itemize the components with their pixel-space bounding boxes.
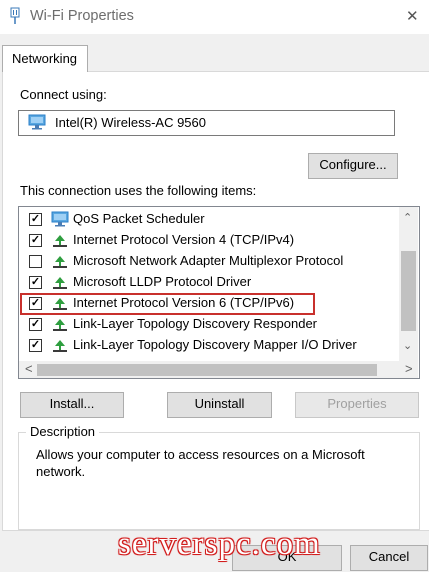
scroll-up-icon[interactable]: ⌃: [403, 211, 412, 224]
properties-button[interactable]: Properties: [295, 392, 419, 418]
item-label: Microsoft LLDP Protocol Driver: [73, 274, 252, 289]
items-label: This connection uses the following items…: [20, 183, 257, 198]
item-label: Microsoft Network Adapter Multiplexor Pr…: [73, 253, 344, 268]
item-checkbox[interactable]: ✓: [29, 234, 42, 247]
connect-using-label: Connect using:: [20, 87, 107, 102]
adapter-name: Intel(R) Wireless-AC 9560: [55, 115, 206, 130]
protocol-icon: [51, 253, 69, 272]
item-checkbox[interactable]: ✓: [29, 276, 42, 289]
cancel-button[interactable]: Cancel: [350, 545, 428, 571]
configure-button[interactable]: Configure...: [308, 153, 398, 179]
protocol-icon: [51, 295, 69, 314]
protocol-icon: [51, 337, 69, 356]
network-adapter-icon: [8, 7, 22, 28]
vertical-scrollbar[interactable]: ⌃ ⌄: [399, 207, 418, 361]
watermark: serverspc.com: [118, 526, 321, 562]
protocol-icon: [51, 232, 69, 251]
horizontal-scrollbar[interactable]: < >: [19, 361, 418, 378]
install-button[interactable]: Install...: [20, 392, 124, 418]
item-checkbox[interactable]: ✓: [29, 339, 42, 352]
item-checkbox[interactable]: ✓: [29, 213, 42, 226]
protocol-icon: [51, 274, 69, 293]
close-button[interactable]: ✕: [406, 7, 428, 27]
description-title: Description: [26, 424, 100, 439]
list-item[interactable]: ✓ Link-Layer Topology Discovery Responder: [19, 314, 398, 335]
item-label: QoS Packet Scheduler: [73, 211, 205, 226]
uninstall-button[interactable]: Uninstall: [167, 392, 272, 418]
scroll-right-icon[interactable]: >: [405, 361, 413, 376]
item-label: Link-Layer Topology Discovery Responder: [73, 316, 317, 331]
list-item[interactable]: ✓ Link-Layer Topology Discovery Mapper I/…: [19, 335, 398, 356]
scroll-thumb[interactable]: [37, 364, 377, 376]
window-title: Wi-Fi Properties: [30, 8, 134, 24]
list-item[interactable]: ✓ Internet Protocol Version 4 (TCP/IPv4): [19, 230, 398, 251]
network-adapter-icon: [28, 114, 48, 133]
list-item[interactable]: ✓ Microsoft LLDP Protocol Driver: [19, 272, 398, 293]
item-checkbox[interactable]: [29, 255, 42, 268]
items-list[interactable]: ✓ QoS Packet Scheduler ✓ Internet Protocol …: [18, 206, 420, 379]
list-item[interactable]: ✓ QoS Packet Scheduler: [19, 209, 398, 230]
scroll-left-icon[interactable]: <: [25, 361, 33, 376]
list-item[interactable]: ✓ Internet Protocol Version 6 (TCP/IPv6): [19, 293, 398, 314]
scroll-down-icon[interactable]: ⌄: [403, 339, 412, 352]
list-item[interactable]: Microsoft Network Adapter Multiplexor Pr…: [19, 251, 398, 272]
description-text: Allows your computer to access resources…: [36, 447, 365, 479]
tab-networking[interactable]: Networking: [2, 45, 88, 72]
title-bar: Wi-Fi Properties ✕: [0, 0, 429, 34]
tab-label: Networking: [12, 51, 78, 66]
qos-scheduler-icon: [51, 211, 71, 230]
item-label: Link-Layer Topology Discovery Mapper I/O…: [73, 337, 357, 352]
item-label: Internet Protocol Version 6 (TCP/IPv6): [73, 295, 295, 310]
protocol-icon: [51, 316, 69, 335]
item-checkbox[interactable]: ✓: [29, 318, 42, 331]
item-label: Internet Protocol Version 4 (TCP/IPv4): [73, 232, 295, 247]
adapter-field: Intel(R) Wireless-AC 9560: [18, 110, 395, 136]
item-checkbox[interactable]: ✓: [29, 297, 42, 310]
scroll-thumb[interactable]: [401, 251, 416, 331]
